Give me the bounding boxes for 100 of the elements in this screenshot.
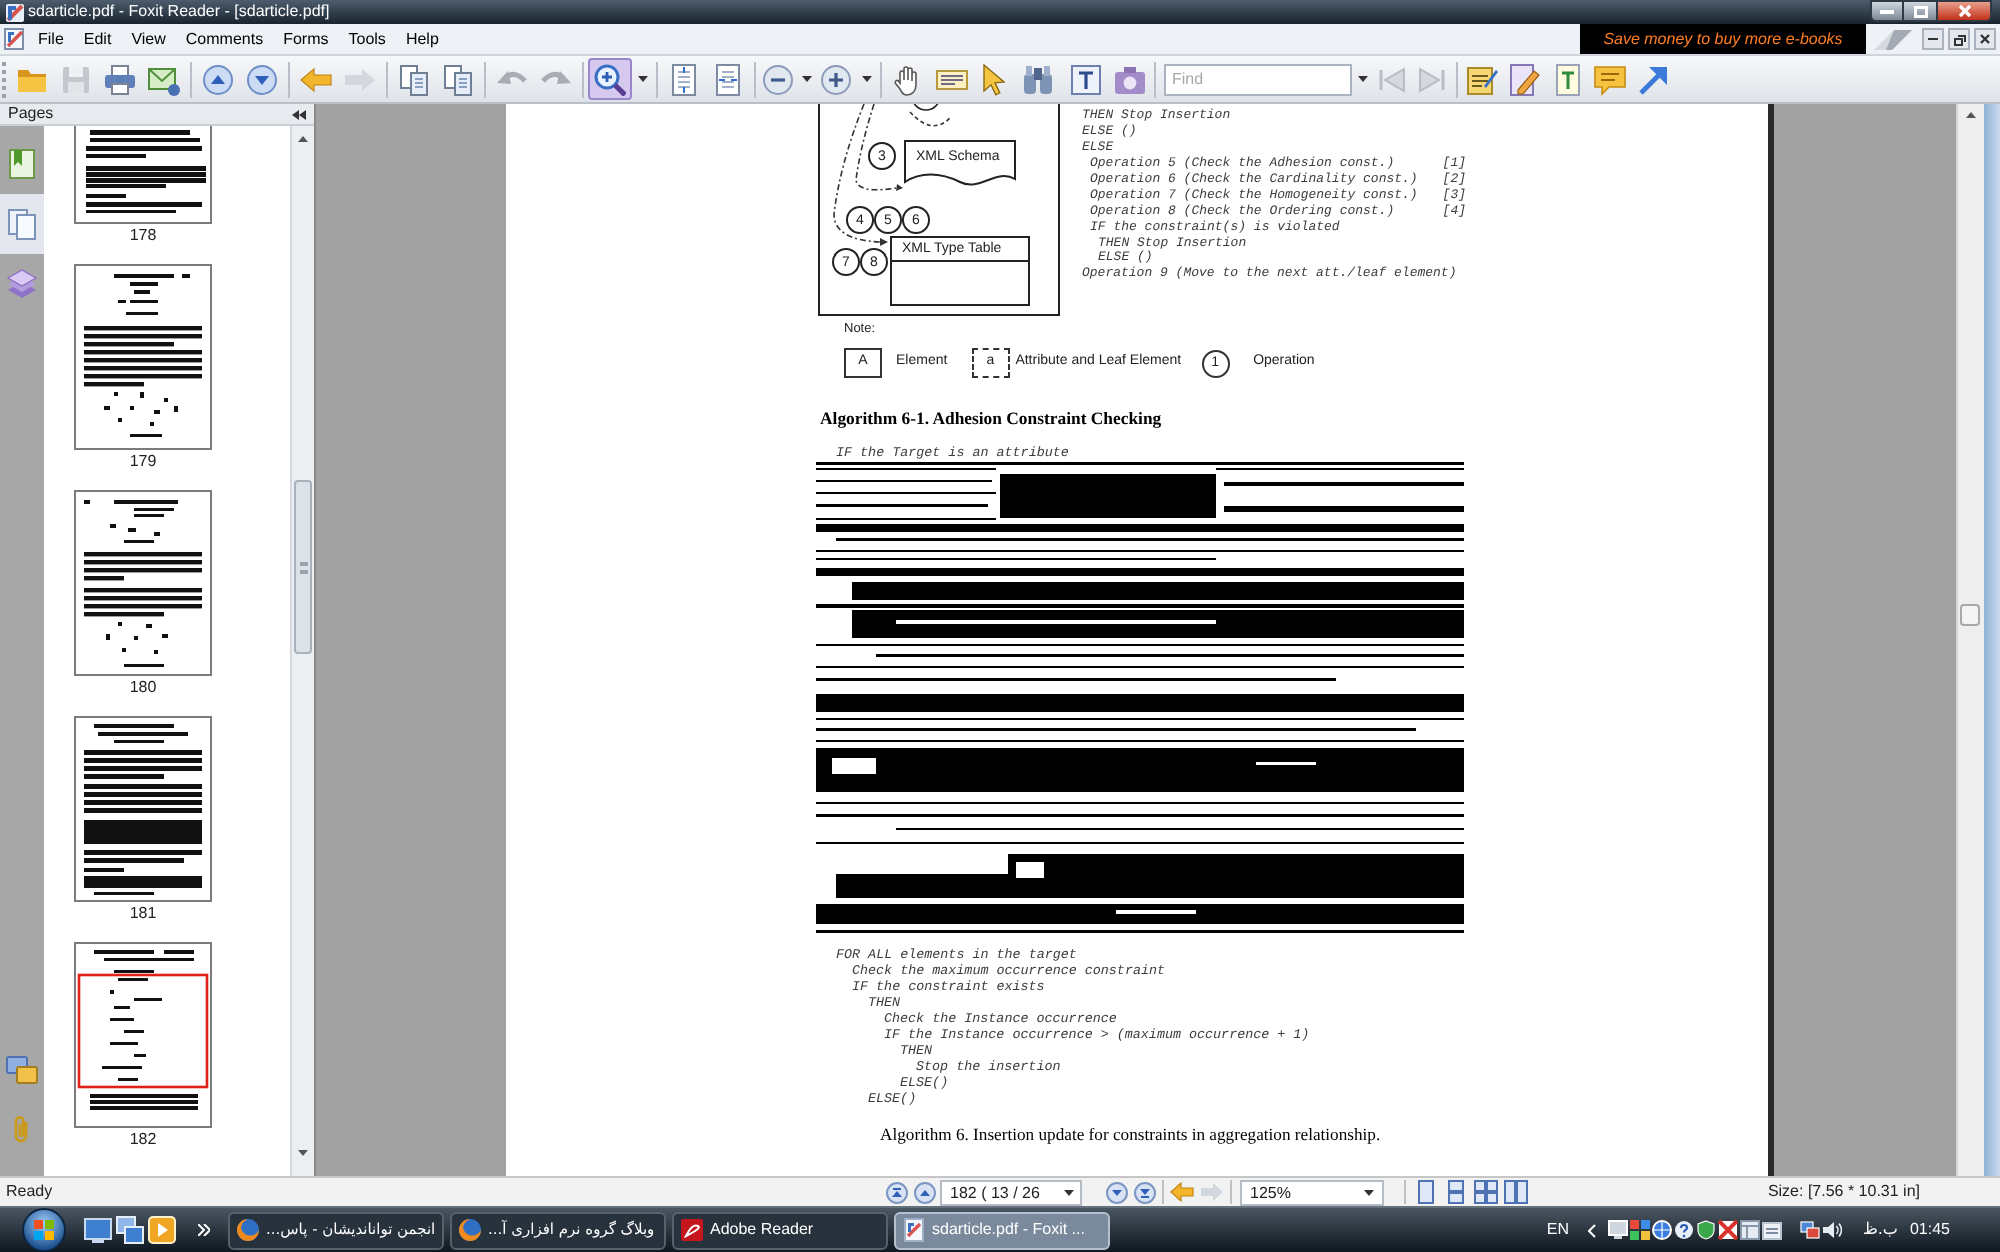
left-arrow-icon[interactable] (300, 63, 332, 95)
globe-icon (458, 1218, 482, 1242)
monitor-icon[interactable] (1608, 1220, 1629, 1240)
note-icon[interactable] (1466, 63, 1498, 95)
taskbar-button[interactable]: sdarticle.pdf - Foxit ... (894, 1211, 1110, 1249)
speaker-icon[interactable] (1822, 1220, 1843, 1240)
globe-icon (236, 1218, 260, 1242)
ad-banner[interactable]: Save money to buy more e-books (1580, 24, 1866, 54)
start-orb-icon[interactable] (20, 1208, 68, 1252)
globe-icon[interactable] (1652, 1220, 1673, 1240)
close-icon (1980, 34, 1990, 44)
pencil-icon[interactable] (1508, 63, 1540, 95)
caret-icon[interactable] (1064, 1189, 1074, 1195)
page-thumbnail[interactable] (74, 716, 212, 902)
page-size-text: Size: [7.56 * 10.31 in] (1767, 1180, 1920, 1204)
flag-icon[interactable] (1718, 1220, 1739, 1240)
scrollbar[interactable] (290, 126, 314, 1176)
menu-item[interactable]: Help (395, 25, 449, 53)
chevron-icon[interactable] (198, 1224, 210, 1236)
cursor-icon[interactable] (978, 63, 1010, 95)
minus-circle-icon[interactable] (762, 63, 794, 95)
speech-bubble-icon[interactable] (1594, 63, 1626, 95)
windows-icon[interactable] (116, 1216, 144, 1244)
minimize-button[interactable] (1922, 28, 1944, 50)
stacked-pages-icon[interactable] (1443, 1180, 1467, 1204)
minimize-icon (1880, 9, 1894, 13)
window-icon[interactable] (1740, 1220, 1761, 1240)
text-icon[interactable] (1070, 63, 1102, 95)
menu-item[interactable]: Edit (73, 25, 122, 53)
envelope-icon[interactable] (148, 63, 180, 95)
menu-item[interactable]: View (121, 25, 176, 53)
page-number: 181 (129, 902, 157, 924)
cards-icon[interactable] (6, 1054, 38, 1086)
play-icon[interactable] (148, 1216, 176, 1244)
text-note-icon[interactable] (1552, 63, 1584, 95)
desktop-icon[interactable] (84, 1216, 112, 1244)
maximize-button[interactable] (1904, 0, 1936, 22)
pages-icon[interactable] (442, 63, 474, 95)
grid-pages-icon[interactable] (1473, 1180, 1497, 1204)
find-field[interactable]: Find (1164, 63, 1352, 95)
plus-circle-icon[interactable] (820, 63, 852, 95)
close-button[interactable] (1936, 0, 1992, 22)
left-arrow-icon[interactable] (1170, 1182, 1194, 1202)
page-number: 178 (129, 224, 157, 246)
page-number: 180 (129, 676, 157, 698)
algorithm-caption: Algorithm 6. Insertion update for constraints in aggregation relationship. (880, 1124, 1381, 1146)
scroll-up-icon[interactable] (1966, 112, 1976, 118)
shield-icon[interactable] (1696, 1220, 1717, 1240)
scrollbar-thumb[interactable] (294, 480, 312, 654)
layers-icon (6, 268, 38, 300)
zoom-tool-button[interactable] (588, 58, 632, 100)
status-text: Ready (6, 1182, 53, 1200)
network-icon[interactable] (1800, 1220, 1821, 1240)
caret-icon[interactable] (861, 76, 871, 82)
binoculars-icon[interactable] (1022, 63, 1054, 95)
pages-icon[interactable] (398, 63, 430, 95)
two-column-pages-icon[interactable] (1503, 1180, 1527, 1204)
grid-icon[interactable] (1630, 1220, 1651, 1240)
language-indicator[interactable]: EN (1546, 1218, 1569, 1242)
close-button[interactable] (1974, 28, 1996, 50)
panel-tab[interactable] (0, 194, 44, 254)
caret-icon[interactable] (801, 76, 811, 82)
taskbar-button[interactable]: Adobe Reader (672, 1211, 888, 1249)
printer-icon[interactable] (104, 63, 136, 95)
menu-item[interactable]: Forms (273, 25, 339, 53)
clock-time[interactable]: 01:45 (1909, 1218, 1950, 1242)
page-thumbnail[interactable] (74, 490, 212, 676)
page-icon[interactable] (712, 63, 744, 95)
calendar-icon[interactable] (1762, 1220, 1783, 1240)
scroll-up-icon[interactable] (298, 136, 308, 142)
window-title: sdarticle.pdf - Foxit Reader - [sdarticle.pdf] (28, 0, 330, 24)
document-icon (902, 1218, 926, 1242)
chevron-icon[interactable] (1588, 1223, 1597, 1237)
bookmark-page-icon (6, 148, 38, 180)
menu-item[interactable]: Comments (175, 25, 274, 53)
collapse-icon[interactable] (292, 109, 306, 119)
caret-icon[interactable] (637, 76, 647, 82)
page-icon[interactable] (668, 63, 700, 95)
maximize-icon (1913, 5, 1927, 17)
menu-item[interactable]: Tools (338, 25, 396, 53)
menu-item[interactable]: File (28, 25, 74, 53)
zoom-field[interactable]: 125% (1240, 1179, 1384, 1205)
page-thumbnail[interactable] (74, 942, 212, 1128)
scroll-down-icon[interactable] (298, 1150, 308, 1156)
single-page-icon[interactable] (1413, 1180, 1437, 1204)
scrollbar[interactable] (1956, 104, 1984, 1176)
minimize-button[interactable] (1870, 0, 1904, 22)
caret-icon[interactable] (1357, 76, 1367, 82)
caret-icon[interactable] (1364, 1189, 1374, 1195)
pages-icon (6, 208, 38, 240)
scrollbar-thumb[interactable] (1960, 604, 1980, 626)
help-icon[interactable] (1674, 1220, 1695, 1240)
panel-title: Pages (8, 104, 54, 124)
restore-icon (1953, 33, 1965, 45)
arrow-icon[interactable] (1636, 63, 1668, 95)
camera-icon[interactable] (1114, 63, 1146, 95)
time-period: ب.ظ (1862, 1218, 1898, 1242)
page-field[interactable]: 182 ( 13 / 26 (940, 1179, 1082, 1205)
page-thumbnail[interactable] (74, 264, 212, 450)
restore-button[interactable] (1948, 28, 1970, 50)
